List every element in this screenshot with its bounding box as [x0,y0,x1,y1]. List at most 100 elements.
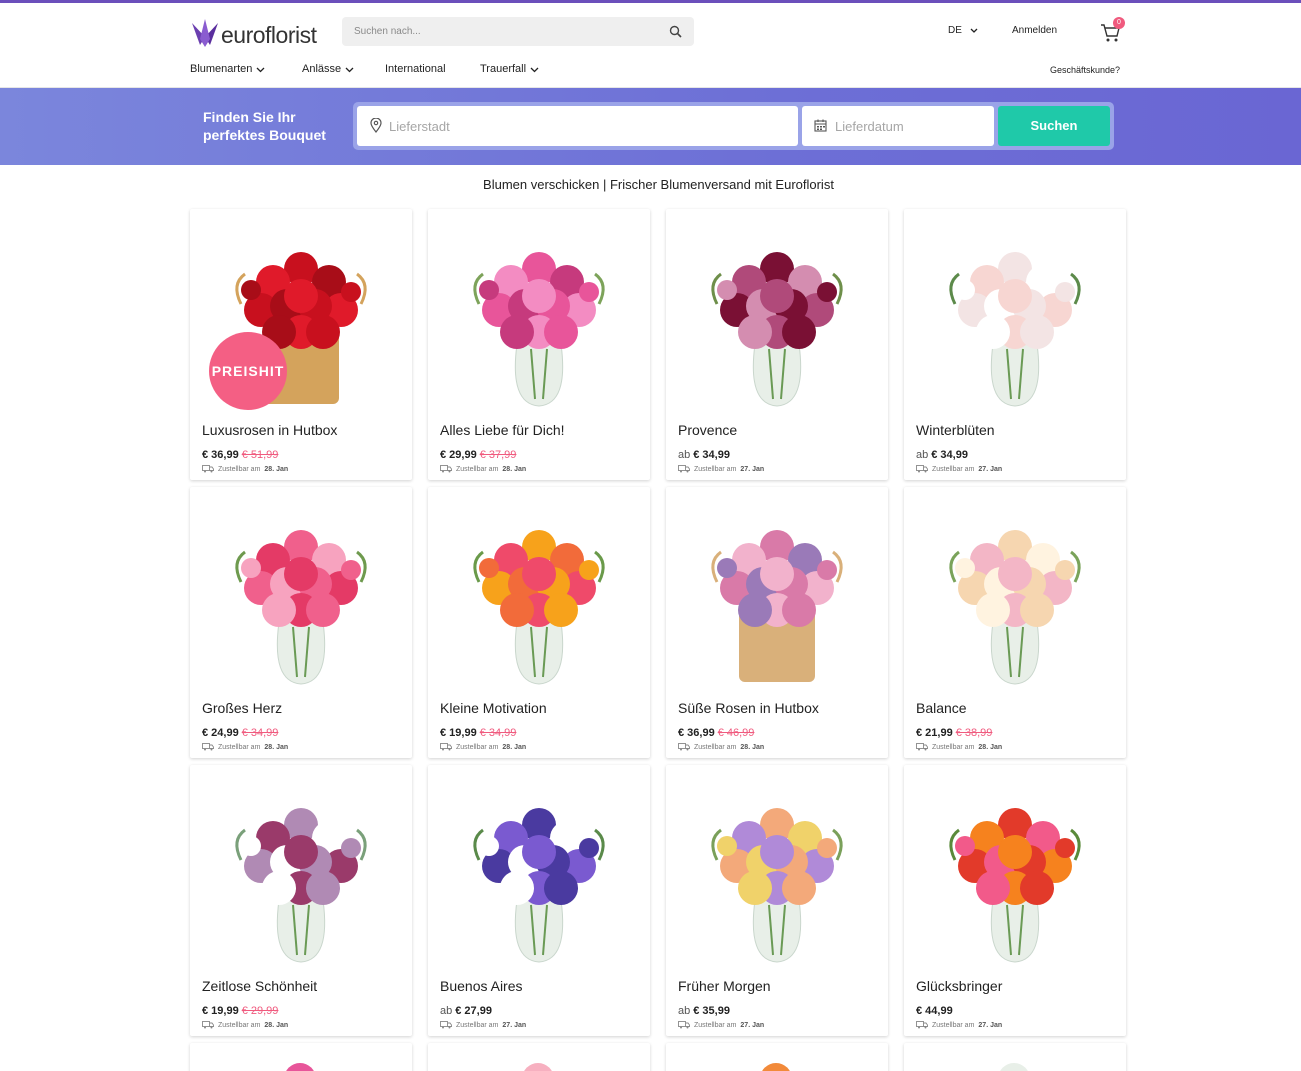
language-selector[interactable]: DE [948,25,978,36]
logo[interactable]: euroflorist [190,15,317,49]
product-card-partial[interactable] [666,1043,888,1071]
product-image[interactable] [904,765,1126,970]
tulip-logo-icon [192,19,218,47]
product-title[interactable]: Süße Rosen in Hutbox [678,700,819,716]
product-image[interactable] [666,209,888,414]
current-price: € 44,99 [916,1005,953,1017]
old-price: € 46,99 [717,727,755,739]
product-image[interactable] [666,765,888,970]
product-title[interactable]: Luxusrosen in Hutbox [202,422,337,438]
search-icon[interactable] [669,25,682,38]
hero-title: Finden Sie Ihr perfektes Bouquet [203,109,326,143]
product-image[interactable] [904,487,1126,692]
current-price: € 27,99 [455,1005,492,1017]
delivery-info: Zustellbar am 28. Jan [678,743,764,751]
nav-item-blumenarten[interactable]: Blumenarten [190,63,302,75]
main-nav: Blumenarten Anlässe International Trauer… [190,63,539,75]
business-customer-link[interactable]: Geschäftskunde? [1050,65,1120,75]
bouquet-image-icon [711,251,843,407]
product-card[interactable]: Balance € 21,99 € 38,99 Zustellbar am 28. Ja… [904,487,1126,758]
product-card[interactable]: Zeitlose Schönheit € 19,99 € 29,99 Zustellb… [190,765,412,1036]
old-price: € 34,99 [479,727,517,739]
delivery-prefix: Zustellbar am [932,465,975,473]
product-title[interactable]: Großes Herz [202,700,282,716]
product-image[interactable] [428,487,650,692]
old-price: € 38,99 [955,727,993,739]
chevron-down-icon [530,67,539,72]
page-subtitle: Blumen verschicken | Frischer Blumenvers… [483,177,834,192]
product-card[interactable]: Großes Herz € 24,99 € 34,99 Zustellbar am 28… [190,487,412,758]
old-price: € 34,99 [241,727,279,739]
product-image[interactable] [190,765,412,970]
product-price: € 19,99 € 29,99 [202,1005,278,1017]
product-title[interactable]: Winterblüten [916,422,995,438]
delivery-info: Zustellbar am 28. Jan [440,743,526,751]
delivery-truck-icon [678,1021,690,1029]
product-card[interactable]: Süße Rosen in Hutbox € 36,99 € 46,99 Zustel… [666,487,888,758]
product-image[interactable] [666,487,888,692]
delivery-prefix: Zustellbar am [218,465,261,473]
product-price: € 36,99 € 46,99 [678,727,754,739]
delivery-info: Zustellbar am 27. Jan [678,1021,764,1029]
current-price: € 29,99 [440,449,477,461]
product-card[interactable]: Provence ab € 34,99 Zustellbar am 27. Jan [666,209,888,480]
delivery-truck-icon [202,465,214,473]
delivery-prefix: Zustellbar am [932,743,975,751]
product-title[interactable]: Provence [678,422,737,438]
delivery-info: Zustellbar am 28. Jan [202,1021,288,1029]
current-price: € 24,99 [202,727,239,739]
delivery-truck-icon [440,1021,452,1029]
product-image[interactable] [190,487,412,692]
delivery-date: 27. Jan [978,465,1003,473]
nav-item-anlaesse[interactable]: Anlässe [302,63,385,75]
product-image[interactable] [428,209,650,414]
current-price: € 19,99 [440,727,477,739]
product-card[interactable]: PREISHIT Luxusrosen in Hutbox € 36,99 € 51,… [190,209,412,480]
delivery-city-input[interactable] [389,106,789,146]
delivery-date: 27. Jan [740,465,765,473]
product-title[interactable]: Buenos Aires [440,978,523,994]
chevron-down-icon [970,28,978,33]
signin-link[interactable]: Anmelden [1012,25,1057,36]
bouquet-image-icon [949,529,1081,685]
product-card-partial[interactable] [904,1043,1126,1071]
search-button[interactable]: Suchen [998,106,1110,146]
product-title[interactable]: Alles Liebe für Dich! [440,422,565,438]
product-title[interactable]: Balance [916,700,967,716]
nav-item-international[interactable]: International [385,63,480,75]
product-card[interactable]: Früher Morgen ab € 35,99 Zustellbar am 27. J… [666,765,888,1036]
product-card[interactable]: Buenos Aires ab € 27,99 Zustellbar am 27. Ja… [428,765,650,1036]
product-title[interactable]: Kleine Motivation [440,700,547,716]
product-card[interactable]: Kleine Motivation € 19,99 € 34,99 Zustellba… [428,487,650,758]
search-input[interactable] [342,17,642,46]
delivery-info: Zustellbar am 27. Jan [916,465,1002,473]
bouquet-image-icon [473,251,605,407]
delivery-prefix: Zustellbar am [456,465,499,473]
product-card-partial[interactable] [428,1043,650,1071]
product-card[interactable]: Glücksbringer € 44,99 Zustellbar am 27. Jan [904,765,1126,1036]
delivery-prefix: Zustellbar am [456,1021,499,1029]
delivery-truck-icon [916,465,928,473]
product-image[interactable] [428,765,650,970]
product-title[interactable]: Glücksbringer [916,978,1002,994]
delivery-info: Zustellbar am 28. Jan [202,743,288,751]
cart-count-badge: 0 [1113,17,1125,29]
delivery-date-input[interactable] [835,106,985,146]
delivery-date: 27. Jan [740,1021,765,1029]
product-title[interactable]: Früher Morgen [678,978,771,994]
delivery-truck-icon [440,743,452,751]
product-title[interactable]: Zeitlose Schönheit [202,978,317,994]
product-image[interactable] [904,209,1126,414]
bouquet-image-icon [711,529,843,682]
nav-item-trauerfall[interactable]: Trauerfall [480,63,539,75]
bouquet-image-icon [949,807,1081,963]
product-card[interactable]: Alles Liebe für Dich! € 29,99 € 37,99 Zuste… [428,209,650,480]
product-price: € 44,99 [916,1005,953,1017]
product-card-partial[interactable] [190,1043,412,1071]
site-header: euroflorist DE Anmelden 0 Blumenarten An… [0,3,1301,88]
current-price: € 34,99 [931,449,968,461]
product-card[interactable]: Winterblüten ab € 34,99 Zustellbar am 27. Ja… [904,209,1126,480]
product-price: € 21,99 € 38,99 [916,727,992,739]
delivery-date: 28. Jan [502,743,527,751]
product-price: € 24,99 € 34,99 [202,727,278,739]
